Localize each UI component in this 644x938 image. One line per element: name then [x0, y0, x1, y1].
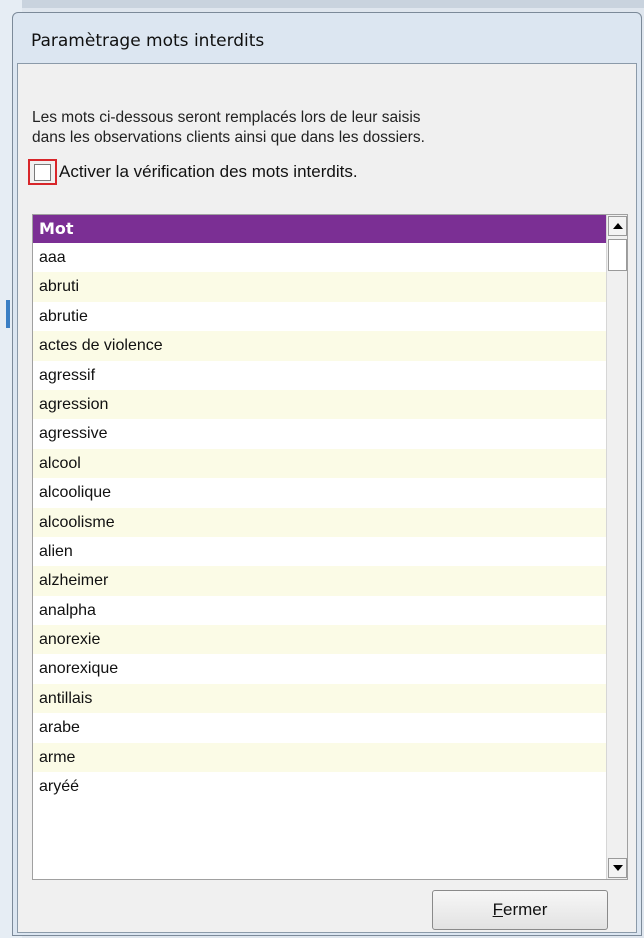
scroll-up-button[interactable] — [608, 216, 627, 236]
title-bar[interactable]: Paramètrage mots interdits — [13, 13, 641, 61]
forbidden-words-grid: Mot aaa abruti abrutie actes de violence agr… — [32, 214, 628, 880]
dialog-client-area: Les mots ci-dessous seront remplacés lor… — [17, 63, 637, 933]
close-button-mnemonic: F — [492, 900, 503, 919]
word-row[interactable]: arabe — [33, 713, 607, 743]
word-row[interactable]: abrutie — [33, 301, 607, 332]
word-row[interactable]: aaa — [33, 243, 607, 273]
word-row[interactable]: agressif — [33, 360, 607, 390]
enable-verification-checkbox[interactable] — [34, 163, 51, 181]
word-row[interactable]: alien — [33, 536, 607, 567]
enable-check-row[interactable]: Activer la vérification des mots interdi… — [28, 157, 358, 187]
vertical-scrollbar[interactable] — [606, 215, 627, 879]
scroll-thumb[interactable] — [608, 239, 627, 271]
word-row[interactable]: arme — [33, 742, 607, 773]
scroll-down-button[interactable] — [608, 858, 627, 878]
background-accent-mark — [6, 300, 10, 328]
word-row[interactable]: alcoolisme — [33, 507, 607, 537]
word-row[interactable]: alzheimer — [33, 566, 607, 596]
grid-rows: aaa abruti abrutie actes de violence agressi… — [33, 243, 607, 802]
close-button[interactable]: Fermer — [432, 890, 608, 930]
arrow-up-icon — [612, 223, 623, 229]
word-row[interactable]: aryéé — [33, 772, 607, 802]
word-row[interactable]: alcool — [33, 448, 607, 479]
checkbox-highlight-frame — [28, 159, 57, 185]
dialog-window: Paramètrage mots interdits Les mots ci-d… — [12, 12, 642, 936]
word-row[interactable]: analpha — [33, 595, 607, 626]
word-row[interactable]: abruti — [33, 272, 607, 302]
grid-body: Mot aaa abruti abrutie actes de violence agr… — [33, 215, 607, 879]
description-text: Les mots ci-dessous seront remplacés lor… — [32, 108, 612, 148]
close-button-label: ermer — [502, 900, 548, 919]
word-row[interactable]: anorexique — [33, 654, 607, 684]
description-line-2: dans les observations clients ainsi que … — [32, 129, 425, 146]
word-row[interactable]: agression — [33, 389, 607, 420]
word-row[interactable]: antillais — [33, 683, 607, 714]
word-row[interactable]: alcoolique — [33, 478, 607, 508]
enable-verification-label[interactable]: Activer la vérification des mots interdi… — [59, 162, 358, 182]
dialog-title: Paramètrage mots interdits — [31, 31, 265, 51]
column-header-mot[interactable]: Mot — [33, 215, 607, 243]
word-row[interactable]: anorexie — [33, 625, 607, 655]
word-row[interactable]: actes de violence — [33, 331, 607, 361]
background-top-strip — [0, 0, 644, 8]
arrow-down-icon — [612, 865, 623, 871]
description-line-1: Les mots ci-dessous seront remplacés lor… — [32, 109, 421, 126]
word-row[interactable]: agressive — [33, 419, 607, 449]
